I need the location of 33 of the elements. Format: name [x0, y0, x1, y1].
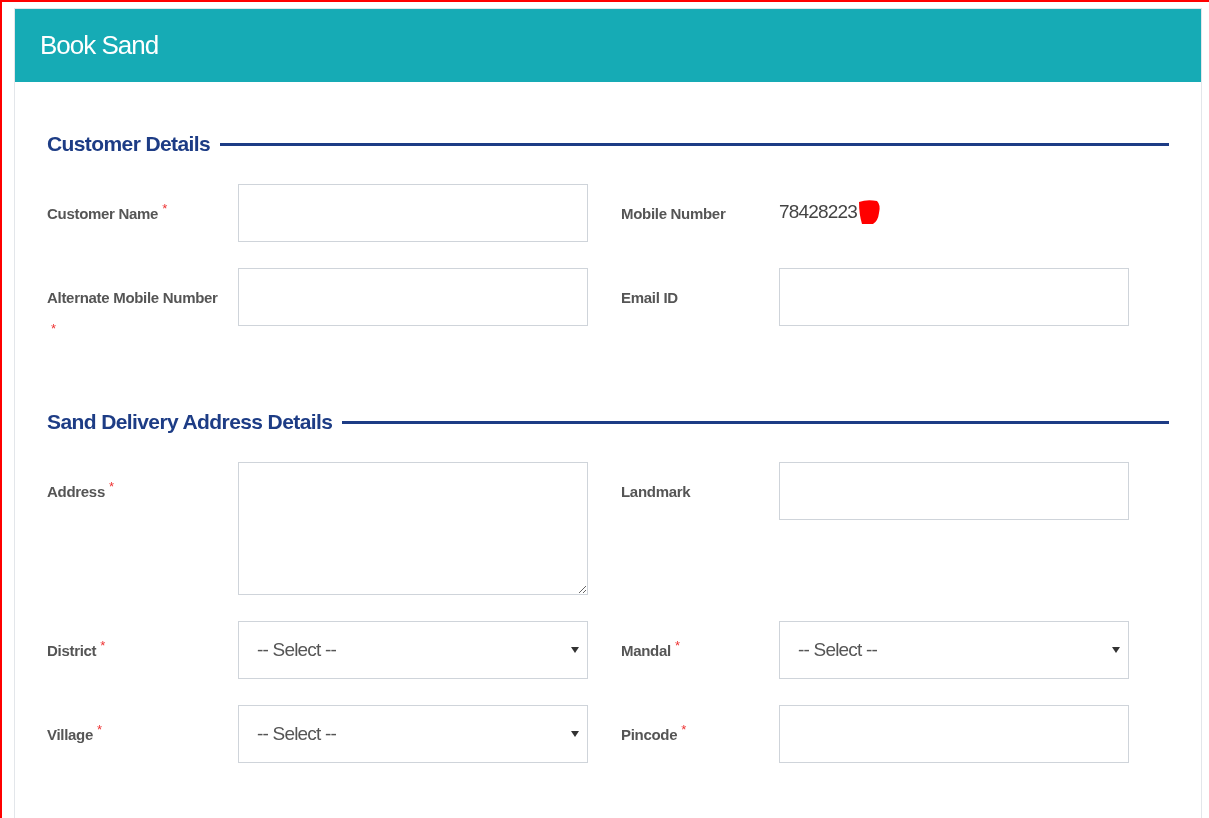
required-mark: * — [162, 200, 168, 216]
required-mark: * — [108, 478, 114, 494]
field-label: District — [47, 641, 97, 661]
required-mark: * — [674, 637, 680, 653]
select-dropdown[interactable]: -- Select -- — [238, 705, 588, 763]
section-title: Customer Details — [47, 132, 211, 156]
select-dropdown[interactable]: -- Select -- — [238, 621, 588, 679]
field-label: Mandal — [621, 641, 671, 661]
caret-icon — [1112, 647, 1120, 653]
required-mark: * — [51, 320, 57, 336]
required-mark: * — [681, 721, 687, 737]
address-field[interactable] — [238, 462, 588, 595]
field-label: Alternate Mobile Number — [47, 288, 218, 308]
input-field[interactable] — [779, 705, 1129, 763]
required-mark: * — [97, 721, 103, 737]
page-title: Book Sand — [40, 30, 159, 61]
select-dropdown[interactable]: -- Select -- — [779, 621, 1129, 679]
required-mark: * — [100, 637, 106, 653]
field-label: Mobile Number — [621, 204, 726, 224]
field-label: Landmark — [621, 482, 691, 502]
input-field[interactable] — [779, 268, 1129, 326]
field-label: Village — [47, 725, 93, 745]
caret-icon — [571, 731, 579, 737]
caret-icon — [571, 647, 579, 653]
input-field[interactable] — [779, 462, 1129, 520]
mobile-number: 78428223 — [779, 201, 858, 223]
field-label: Customer Name — [47, 204, 159, 224]
section-title: Sand Delivery Address Details — [47, 410, 333, 434]
input-field[interactable] — [238, 268, 588, 326]
field-label: Pincode — [621, 725, 678, 745]
field-label: Address — [47, 482, 105, 502]
input-field[interactable] — [238, 184, 588, 242]
field-label: Email ID — [621, 288, 678, 308]
